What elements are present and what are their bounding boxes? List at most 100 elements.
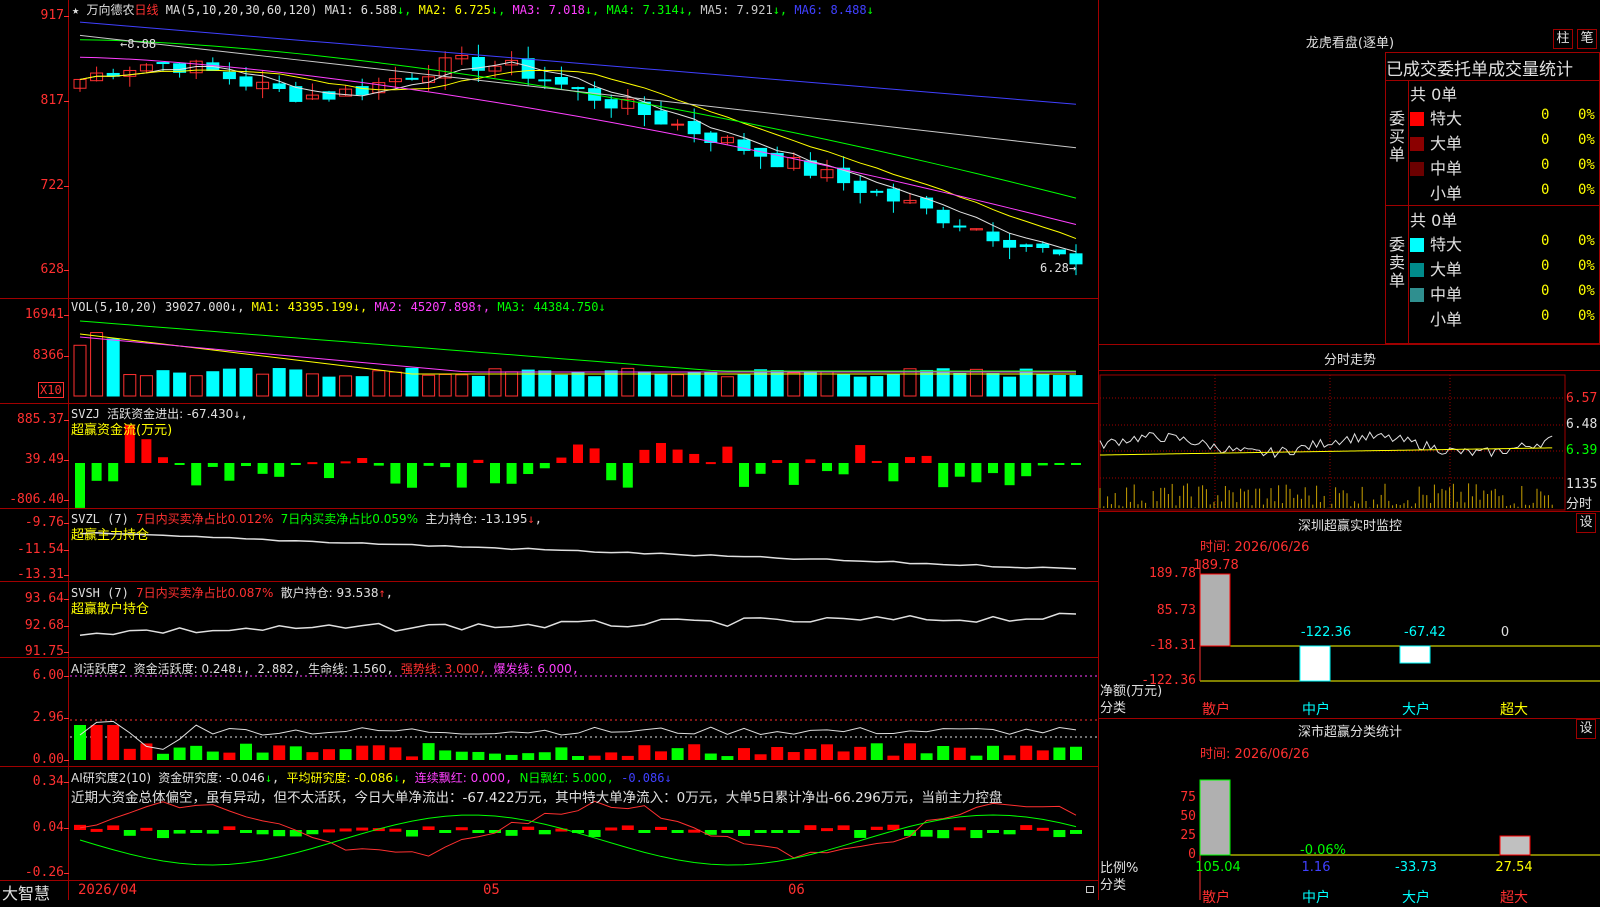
ai2-bar: [157, 830, 169, 839]
vol-bar: [538, 370, 552, 397]
ai2-bar: [754, 830, 767, 833]
sell-row-2[interactable]: 中单: [1410, 281, 1462, 305]
ai2-bar: [90, 828, 103, 832]
svzj-bar: [1004, 463, 1015, 486]
vol-bar: [405, 367, 419, 397]
sz-y-1: 85.73: [1156, 603, 1196, 618]
vol-bar: [438, 373, 452, 397]
buy-swatch-0: [1410, 112, 1424, 126]
ai1-bar: [588, 755, 601, 760]
cls-settings-button[interactable]: 设: [1576, 719, 1596, 739]
ai1-bar: [240, 743, 252, 760]
vol-y-0: 16941: [24, 307, 64, 322]
buy-row-3[interactable]: 小单: [1410, 180, 1462, 204]
sz-settings-button[interactable]: 设: [1576, 513, 1596, 533]
buy-row-1[interactable]: 大单: [1410, 130, 1462, 154]
ai1-v2: 2.882: [257, 662, 294, 676]
svzj-bar: [191, 463, 202, 486]
svzl-t1: 7日内买卖净占比0.012%: [136, 512, 274, 526]
ai2-bar: [804, 825, 817, 830]
ai2-bar: [422, 826, 435, 830]
svzj-bar: [108, 463, 119, 482]
vol-bar: [704, 371, 718, 397]
candle-body: [1052, 249, 1066, 255]
svsh-t2: 散户持仓: 93.538: [280, 586, 379, 600]
vol-bar: [837, 373, 851, 397]
vol-bar: [156, 370, 170, 397]
ai2-bar: [870, 826, 883, 830]
lock-icon[interactable]: [1086, 886, 1094, 893]
ai2-y-1: 0.04: [32, 820, 64, 835]
vol-value: 39027.000: [164, 300, 230, 314]
svzj-bar: [1071, 463, 1081, 465]
svzj-y-2: -806.40: [9, 492, 64, 507]
ai1-t3: 生命线: 1.560: [308, 662, 387, 676]
candle-body: [687, 121, 701, 135]
ai2-t5: -0.086: [621, 771, 665, 785]
svzj-bar: [324, 463, 334, 479]
svzj-bar: [788, 463, 799, 485]
vol-bar: [720, 376, 734, 397]
charts-canvas[interactable]: ←8.88 6.28→: [0, 0, 1600, 900]
ai2-t3: 连续飘红: 0.000: [414, 771, 505, 785]
svzj-bar: [357, 458, 368, 463]
buy-row-2[interactable]: 中单: [1410, 155, 1462, 179]
ai2-bar: [339, 828, 352, 832]
sz-cat-3: 超大: [1500, 702, 1528, 718]
vol-ma1: MA1: 43395.199: [251, 300, 353, 314]
sell-row-3[interactable]: 小单: [1410, 306, 1462, 330]
lh-bar-button[interactable]: 柱: [1553, 29, 1573, 49]
ai2-bar: [1053, 830, 1066, 838]
ai1-bar: [937, 745, 950, 760]
ai1-bar: [638, 745, 651, 760]
ai1-t1: 资金活跃度: 0.248: [133, 662, 236, 676]
ai1-bar: [1053, 747, 1066, 760]
vol-unit: X10: [38, 382, 64, 398]
x-label-1: 05: [483, 882, 500, 898]
svzj-bar: [241, 463, 251, 467]
lh-tabs[interactable]: 已成交委托单成交量统计: [1386, 55, 1600, 80]
buy-row-0[interactable]: 特大: [1410, 105, 1462, 129]
vol-bar: [870, 376, 884, 397]
candle-body: [272, 83, 286, 89]
ai2-bar: [837, 825, 850, 830]
ai1-bar: [439, 750, 452, 760]
sz-val-0: 189.78: [1193, 558, 1239, 573]
candle-body: [654, 110, 668, 125]
candle-body: [521, 58, 535, 79]
svzj-bar: [672, 449, 683, 463]
ai1-y-0: 6.00: [32, 668, 64, 683]
vol-ma2: MA2: 45207.898: [374, 300, 476, 314]
vol-bar: [355, 376, 369, 397]
x-label-2: 06: [788, 882, 805, 898]
ai1-bar: [887, 755, 900, 760]
buy-total: 共 0单: [1410, 85, 1458, 104]
ai2-y-0: 0.34: [32, 774, 64, 789]
vol-bar: [239, 368, 253, 397]
ai2-bar: [970, 830, 983, 839]
sell-pct-2: 0%: [1578, 283, 1595, 299]
ai1-bar: [472, 751, 485, 760]
fs-title: 分时走势: [1323, 353, 1376, 368]
vol-bar: [621, 367, 635, 397]
ai2-comment: 近期大资金总体偏空，虽有异动，但不太活跃，今日大单净流出：-67.422万元，其…: [71, 790, 1003, 806]
ai1-bar: [1003, 755, 1016, 760]
ai2-bar: [240, 830, 252, 833]
sell-swatch-3: [1410, 313, 1424, 327]
vol-bar: [637, 371, 651, 397]
lh-tick-button[interactable]: 笔: [1577, 29, 1597, 49]
sell-row-0[interactable]: 特大: [1410, 231, 1462, 255]
svzj-bar: [606, 463, 617, 481]
ai2-bar: [605, 827, 618, 831]
ai2-bar: [738, 830, 750, 836]
svzj-bar: [141, 439, 152, 463]
buy-count-1: 0: [1541, 132, 1550, 148]
buy-label: 委买单: [1389, 109, 1406, 164]
svzj-bar: [656, 442, 666, 463]
svzl-y-2: -13.31: [17, 567, 64, 582]
ai2-bar: [323, 829, 335, 833]
svzj-bar: [888, 463, 899, 482]
sell-row-1[interactable]: 大单: [1410, 256, 1462, 280]
ai2-bar: [406, 830, 418, 837]
svzj-bar: [75, 463, 85, 508]
